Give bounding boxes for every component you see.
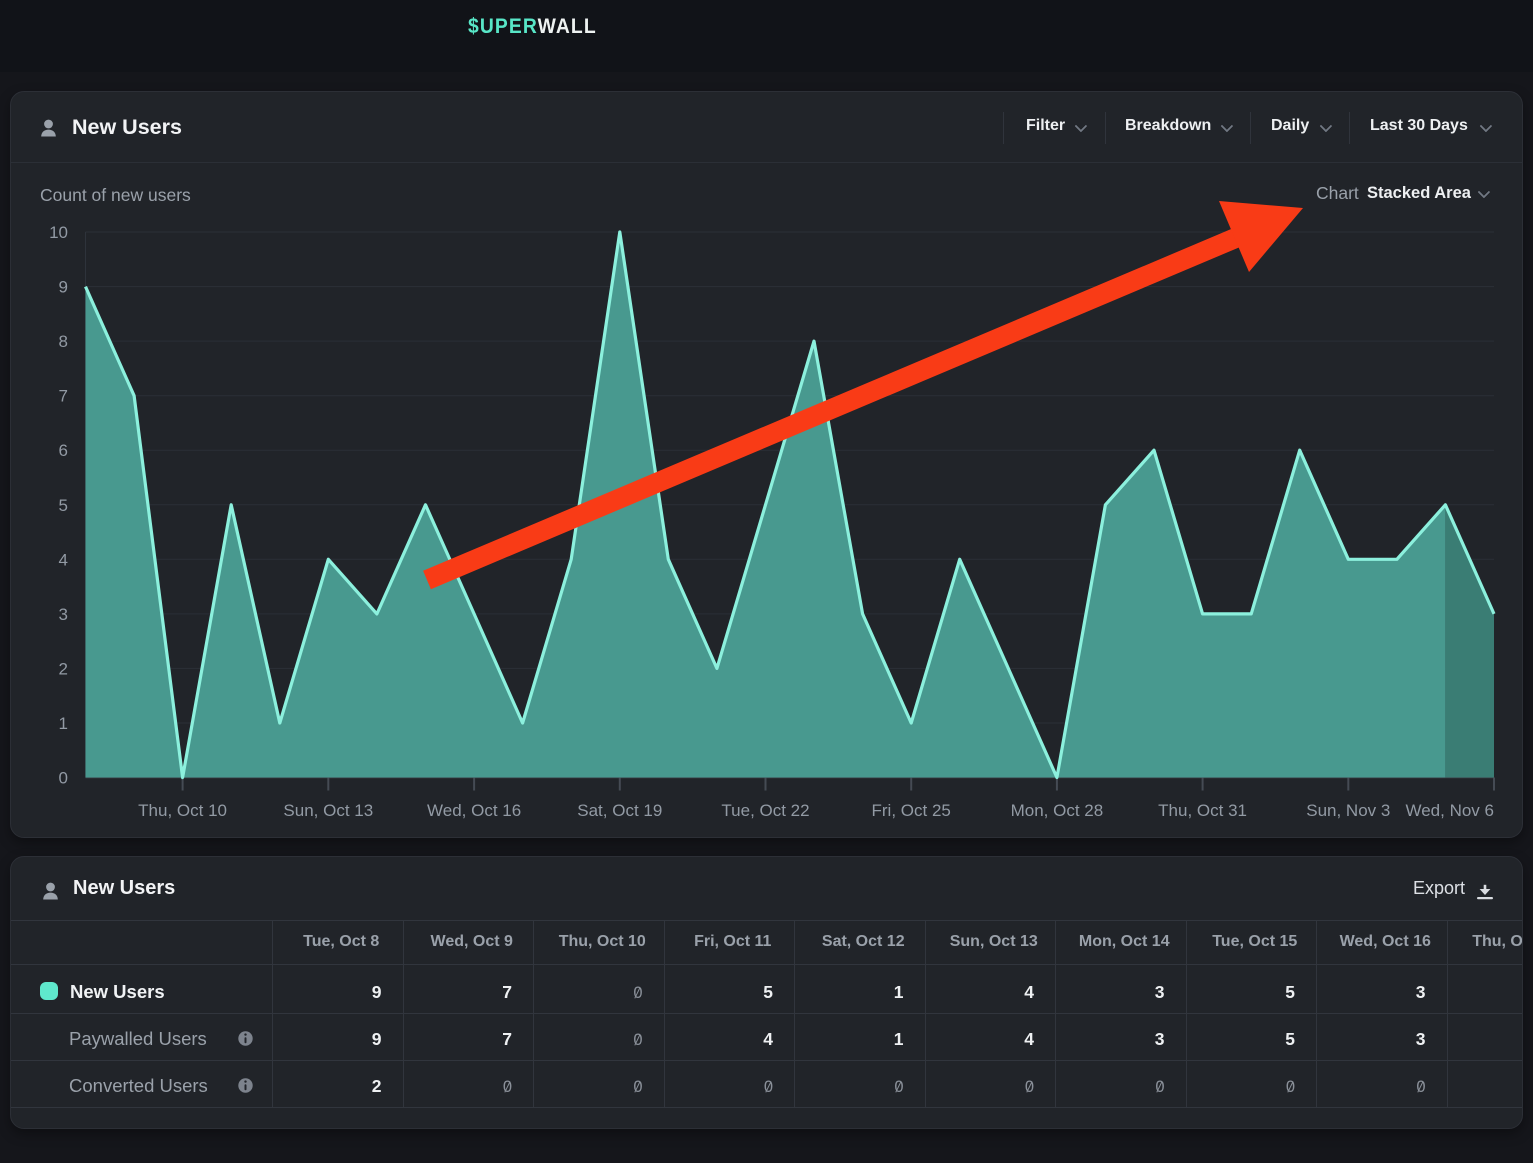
svg-text:Fri, Oct 25: Fri, Oct 25 bbox=[872, 801, 951, 820]
svg-text:1: 1 bbox=[59, 714, 68, 733]
svg-text:0: 0 bbox=[59, 769, 68, 788]
svg-text:Sun, Oct 13: Sun, Oct 13 bbox=[283, 801, 373, 820]
svg-text:Thu, Oct 31: Thu, Oct 31 bbox=[1158, 801, 1247, 820]
svg-text:Tue, Oct 22: Tue, Oct 22 bbox=[721, 801, 809, 820]
svg-text:7: 7 bbox=[59, 387, 68, 406]
svg-text:Wed, Nov 6: Wed, Nov 6 bbox=[1405, 801, 1494, 820]
svg-text:2: 2 bbox=[59, 659, 68, 678]
svg-text:Mon, Oct 28: Mon, Oct 28 bbox=[1011, 801, 1104, 820]
svg-text:6: 6 bbox=[59, 441, 68, 460]
svg-text:Sun, Nov 3: Sun, Nov 3 bbox=[1306, 801, 1390, 820]
svg-text:Thu, Oct 10: Thu, Oct 10 bbox=[138, 801, 227, 820]
svg-text:10: 10 bbox=[49, 223, 68, 242]
svg-text:Wed, Oct 16: Wed, Oct 16 bbox=[427, 801, 521, 820]
svg-text:Sat, Oct 19: Sat, Oct 19 bbox=[577, 801, 662, 820]
svg-text:3: 3 bbox=[59, 605, 68, 624]
svg-text:5: 5 bbox=[59, 496, 68, 515]
svg-text:8: 8 bbox=[59, 332, 68, 351]
svg-text:4: 4 bbox=[59, 550, 68, 569]
svg-text:9: 9 bbox=[59, 278, 68, 297]
